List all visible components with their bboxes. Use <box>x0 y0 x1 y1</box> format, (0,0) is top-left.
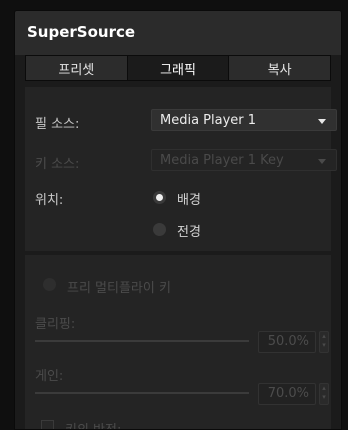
invert-key-checkbox[interactable] <box>41 420 54 429</box>
tab-graphics[interactable]: 그래픽 <box>127 56 230 80</box>
fill-source-dropdown[interactable]: Media Player 1 <box>151 109 337 131</box>
chevron-down-icon <box>318 119 326 124</box>
gain-stepper[interactable]: ▴ ▾ <box>319 383 329 405</box>
key-source-value: Media Player 1 Key <box>160 152 284 168</box>
gain-label: 게인: <box>35 369 64 384</box>
graphics-settings-section: 필 소스: Media Player 1 키 소스: Media Player … <box>25 87 337 251</box>
panel-title: SuperSource <box>27 23 136 41</box>
key-source-label: 키 소스: <box>35 157 80 172</box>
key-source-dropdown[interactable]: Media Player 1 Key <box>151 149 337 171</box>
clip-label: 클리핑: <box>35 317 76 332</box>
key-settings-section: 프리 멀티플라이 키 클리핑: 50.0% ▴▾ 게인: 70.0% ▴▾ 키의… <box>25 255 331 429</box>
tab-presets[interactable]: 프리셋 <box>26 56 128 80</box>
position-label: 위치: <box>35 193 64 208</box>
invert-key-label: 키의 반전: <box>65 419 121 429</box>
clip-stepper[interactable]: ▴ ▾ <box>319 331 329 353</box>
chevron-down-icon <box>318 159 326 164</box>
premultiplied-key-label: 프리 멀티플라이 키 <box>67 281 171 296</box>
tab-bar: 프리셋 그래픽 복사 <box>25 55 331 81</box>
position-foreground-radio[interactable] <box>153 223 166 236</box>
position-background-label: 배경 <box>177 193 201 208</box>
fill-source-label: 필 소스: <box>35 117 80 132</box>
clip-slider[interactable] <box>35 340 249 342</box>
premultiplied-key-toggle[interactable] <box>43 278 56 291</box>
tab-copy[interactable]: 복사 <box>229 56 331 80</box>
fill-source-value: Media Player 1 <box>160 112 257 128</box>
supersource-panel: SuperSource 프리셋 그래픽 복사 필 소스: Media Playe… <box>14 10 342 430</box>
position-background-radio[interactable] <box>153 191 166 204</box>
gain-slider[interactable] <box>35 392 249 394</box>
position-foreground-label: 전경 <box>177 225 201 240</box>
clip-value-field[interactable]: 50.0% <box>258 331 316 353</box>
gain-value-field[interactable]: 70.0% <box>258 383 316 405</box>
panel-header: SuperSource <box>15 11 341 55</box>
